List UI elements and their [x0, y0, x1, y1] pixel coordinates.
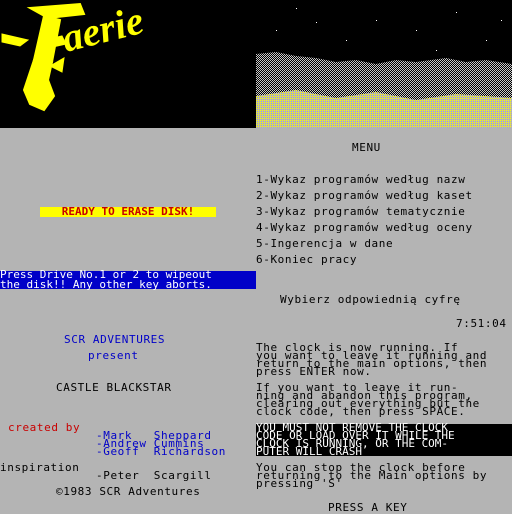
- inspiration-label: inspiration: [0, 461, 80, 474]
- menu-item-4[interactable]: 4-Wykaz programów według oceny: [256, 222, 473, 233]
- present-label: present: [88, 349, 139, 362]
- menu-item-2[interactable]: 2-Wykaz programów według kaset: [256, 190, 473, 201]
- wipe-prompt: Press Drive No.1 or 2 to wipeout the disk…: [0, 269, 256, 291]
- faerie-logo: aerie: [1, 0, 148, 112]
- company-name: SCR ADVENTURES: [64, 333, 166, 346]
- inspiration-author: -Peter Scargill: [96, 469, 212, 482]
- landscape-picture: [256, 8, 512, 128]
- erase-disk-banner: READY TO ERASE DISK!: [40, 206, 216, 217]
- press-key-prompt[interactable]: PRESS A KEY: [328, 502, 407, 513]
- menu-item-3[interactable]: 3-Wykaz programów tematycznie: [256, 206, 465, 217]
- crash-warning: YOU MUST NOT REMOVE THE CLOCK CODE OR LOA…: [256, 422, 512, 457]
- clock-info-paragraph-2: If you want to leave it run-ning and aba…: [256, 382, 480, 418]
- clock-readout: 7:51:04: [456, 317, 507, 330]
- copyright: ©1983 SCR Adventures: [56, 485, 201, 498]
- author-3: -Geoff Richardson: [96, 445, 227, 458]
- menu-item-6[interactable]: 6-Koniec pracy: [256, 254, 357, 265]
- menu-title: MENU: [352, 141, 381, 154]
- title-banner: aerie: [0, 0, 512, 128]
- menu-item-5[interactable]: 5-Ingerencja w dane: [256, 238, 393, 249]
- clock-info-line: clock code, then press SPACE.: [256, 405, 466, 418]
- choose-prompt: Wybierz odpowiednią cyfrę: [280, 293, 461, 306]
- menu-item-1[interactable]: 1-Wykaz programów według nazw: [256, 174, 465, 185]
- game-title: CASTLE BLACKSTAR: [56, 381, 172, 394]
- created-by-label: created by: [8, 421, 81, 434]
- wipe-line-2: the disk!! Any other key aborts.: [0, 278, 212, 291]
- clock-info-paragraph-3: You can stop the clock before returning t…: [256, 462, 487, 489]
- clock-info-paragraph-1: The clock is now running. If you want to …: [256, 342, 487, 377]
